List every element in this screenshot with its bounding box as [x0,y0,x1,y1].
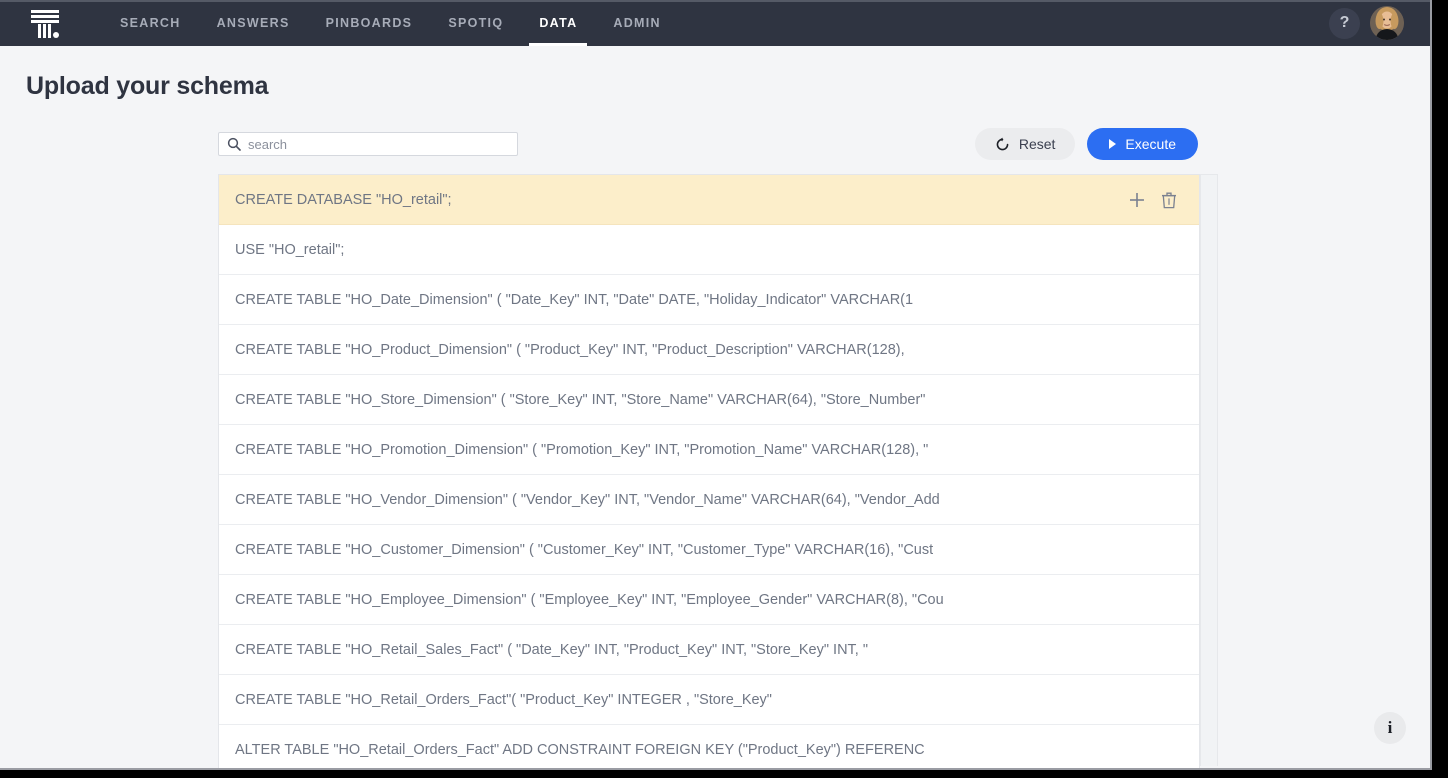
statement-text: CREATE TABLE "HO_Retail_Orders_Fact"( "P… [235,692,772,708]
logo-dot [53,32,59,38]
execute-button-label: Execute [1125,136,1176,152]
statement-text: CREATE TABLE "HO_Product_Dimension" ( "P… [235,342,905,358]
reset-button[interactable]: Reset [975,128,1076,160]
execute-button[interactable]: Execute [1087,128,1198,160]
logo-bar-2 [31,15,59,18]
row-actions [1127,190,1185,210]
statement-text: CREATE TABLE "HO_Customer_Dimension" ( "… [235,542,933,558]
statement-text: USE "HO_retail"; [235,242,344,258]
statement-text: CREATE TABLE "HO_Date_Dimension" ( "Date… [235,292,913,308]
controls-row: Reset Execute [0,127,1430,161]
statement-text: CREATE DATABASE "HO_retail"; [235,192,452,208]
statement-list: CREATE DATABASE "HO_retail"; USE "HO_reta… [218,174,1200,770]
table-row[interactable]: CREATE TABLE "HO_Product_Dimension" ( "P… [219,325,1199,375]
table-row[interactable]: CREATE TABLE "HO_Vendor_Dimension" ( "Ve… [219,475,1199,525]
nav-item-data[interactable]: DATA [521,0,595,46]
search-input[interactable] [248,137,509,152]
statement-list-wrap: CREATE DATABASE "HO_retail"; USE "HO_reta… [218,174,1218,770]
search-icon [227,137,241,151]
table-row[interactable]: CREATE TABLE "HO_Date_Dimension" ( "Date… [219,275,1199,325]
nav-right-group: ? [1329,6,1430,40]
statement-list-scrollbar[interactable] [1200,174,1218,766]
thoughtspot-logo-icon[interactable] [26,4,64,42]
app-window: SEARCH ANSWERS PINBOARDS SPOTIQ DATA ADM… [0,0,1432,770]
table-row[interactable]: CREATE TABLE "HO_Customer_Dimension" ( "… [219,525,1199,575]
table-row[interactable]: CREATE DATABASE "HO_retail"; [219,175,1199,225]
plus-icon[interactable] [1127,190,1147,210]
statement-text: ALTER TABLE "HO_Retail_Orders_Fact" ADD … [235,742,925,758]
table-row[interactable]: ALTER TABLE "HO_Retail_Orders_Fact" ADD … [219,725,1199,770]
nav-item-answers[interactable]: ANSWERS [199,0,308,46]
table-row[interactable]: USE "HO_retail"; [219,225,1199,275]
nav-items: SEARCH ANSWERS PINBOARDS SPOTIQ DATA ADM… [102,0,679,46]
top-navigation-bar: SEARCH ANSWERS PINBOARDS SPOTIQ DATA ADM… [0,0,1430,46]
statement-text: CREATE TABLE "HO_Store_Dimension" ( "Sto… [235,392,925,408]
logo-stem-3 [48,24,51,38]
statement-text: CREATE TABLE "HO_Retail_Sales_Fact" ( "D… [235,642,868,658]
table-row[interactable]: CREATE TABLE "HO_Promotion_Dimension" ( … [219,425,1199,475]
search-box[interactable] [218,132,518,156]
statement-text: CREATE TABLE "HO_Promotion_Dimension" ( … [235,442,928,458]
statement-text: CREATE TABLE "HO_Vendor_Dimension" ( "Ve… [235,492,940,508]
page-title: Upload your schema [0,46,1430,101]
nav-item-spotiq[interactable]: SPOTIQ [430,0,521,46]
play-icon [1109,139,1116,149]
nav-item-search[interactable]: SEARCH [102,0,199,46]
avatar[interactable] [1370,6,1404,40]
logo-bar-1 [31,10,59,13]
table-row[interactable]: CREATE TABLE "HO_Retail_Sales_Fact" ( "D… [219,625,1199,675]
action-button-group: Reset Execute [975,128,1198,160]
help-icon[interactable]: ? [1329,8,1360,39]
nav-item-pinboards[interactable]: PINBOARDS [308,0,431,46]
logo-stem-1 [38,24,41,38]
info-icon[interactable]: i [1374,712,1406,744]
nav-item-admin[interactable]: ADMIN [595,0,678,46]
table-row[interactable]: CREATE TABLE "HO_Employee_Dimension" ( "… [219,575,1199,625]
table-row[interactable]: CREATE TABLE "HO_Store_Dimension" ( "Sto… [219,375,1199,425]
table-row[interactable]: CREATE TABLE "HO_Retail_Orders_Fact"( "P… [219,675,1199,725]
trash-icon[interactable] [1161,191,1177,209]
refresh-icon [995,137,1010,152]
logo-bar-3 [31,20,59,23]
statement-text: CREATE TABLE "HO_Employee_Dimension" ( "… [235,592,944,608]
avatar-image [1370,6,1404,40]
reset-button-label: Reset [1019,136,1056,152]
logo-stem-2 [43,24,46,38]
